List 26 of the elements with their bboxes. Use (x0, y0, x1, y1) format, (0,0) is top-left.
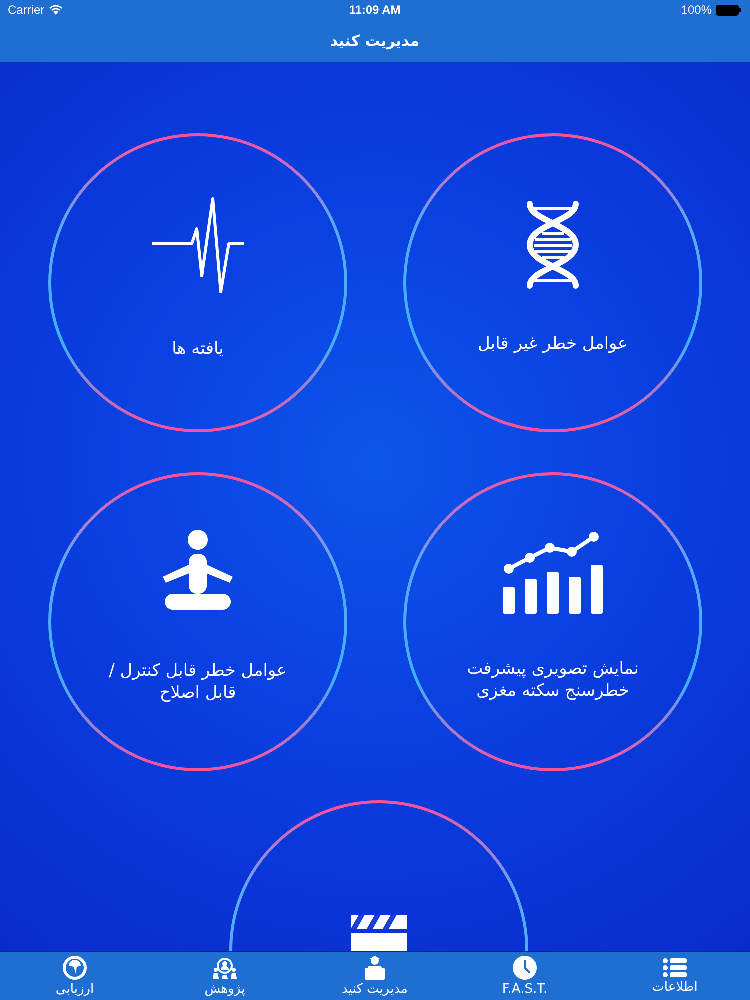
tab-item[interactable]: پژوهش (150, 952, 300, 1000)
tab-item[interactable]: اطلاعات (600, 952, 750, 1000)
chart-icon (502, 532, 604, 614)
tab-item[interactable]: ارزیابی (0, 952, 150, 1000)
tile-label: نمایش تصویری پیشرفت خطرسنج سکته مغزی (467, 658, 639, 702)
carrier-text: Carrier (8, 3, 45, 17)
tile-label: یافته ها (172, 338, 224, 360)
tab-item[interactable]: F.A.S.T. (450, 952, 600, 1000)
wifi-icon (48, 5, 63, 15)
battery-icon (716, 4, 742, 16)
menu-tile[interactable]: نمایش تصویری پیشرفت خطرسنج سکته مغزی (403, 472, 703, 772)
tile-label: عوامل خطر غیر قابل (478, 332, 628, 356)
heartbeat-icon (150, 196, 246, 294)
menu-tile[interactable]: عوامل خطر غیر قابل (403, 133, 703, 433)
clock-icon (513, 956, 537, 980)
battery-text: 100% (681, 3, 712, 17)
menu-tile[interactable]: یافته ها (48, 133, 348, 433)
people-icon (212, 956, 238, 980)
nav-title: مدیریت کنید (330, 32, 420, 50)
tab-item[interactable]: مدیریت کنید (300, 952, 450, 1000)
tile-label: عوامل خطر قابل کنترل / قابل اصلاح (109, 660, 287, 704)
gauge-icon (63, 956, 87, 980)
time-text: 11:09 AM (349, 3, 401, 17)
person-laptop-icon (363, 956, 387, 980)
list-icon (663, 958, 687, 978)
menu-tile[interactable]: عوامل خطر قابل کنترل / قابل اصلاح (48, 472, 348, 772)
